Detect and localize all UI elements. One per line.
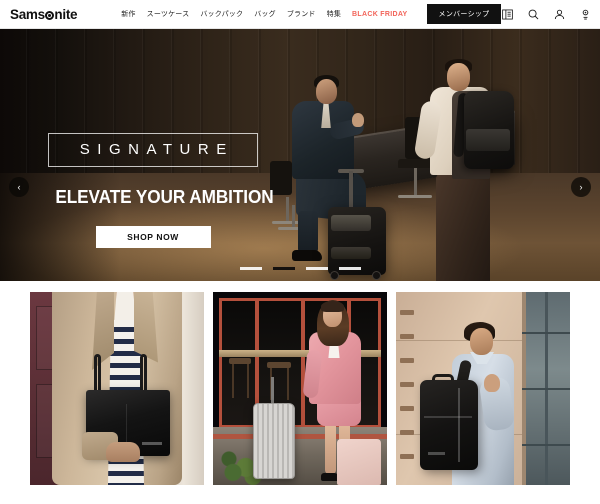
carousel-dot-2[interactable] (272, 267, 295, 270)
nav-black-friday[interactable]: BLACK FRIDAY (352, 11, 407, 18)
card3-wall-seam-1 (396, 340, 524, 341)
seated-man-shoe (292, 250, 322, 261)
suitcase-wheel-left (330, 271, 339, 280)
nav-suitcases[interactable]: スーツケース (147, 9, 190, 19)
card3-wall-notch-1 (400, 310, 414, 315)
card3-wall-notch-6 (400, 430, 414, 435)
card2-stool-leg-4 (287, 368, 289, 400)
suitcase-wheel-right (372, 271, 381, 280)
hero-carousel: SIGNATURE ELEVATE YOUR AMBITION SHOP NOW… (0, 29, 600, 281)
hero-headline: ELEVATE YOUR AMBITION (55, 186, 274, 207)
user-account-icon[interactable] (553, 8, 566, 21)
nav-backpacks[interactable]: バックパック (200, 9, 243, 19)
card3-wall-notch-3 (400, 358, 414, 363)
samsonite-o-mark-icon (45, 10, 55, 20)
card3-wall-notch-5 (400, 406, 414, 411)
hero-eyebrow: SIGNATURE (79, 141, 234, 158)
card2-suitcase-handle (271, 377, 274, 405)
card3-backpack-logo (428, 452, 445, 455)
card3-wall-notch-7 (400, 454, 414, 459)
carousel-dot-3[interactable] (305, 267, 328, 270)
chair-stem-far (414, 168, 417, 196)
header-icon-group (501, 7, 600, 21)
chair-seat-far (398, 159, 434, 168)
carousel-prev-arrow-icon[interactable]: ‹ (9, 177, 29, 197)
card3-backpack-zip (458, 388, 460, 462)
catalog-icon[interactable] (501, 8, 514, 21)
hero-text-block: SIGNATURE ELEVATE YOUR AMBITION SHOP NOW (48, 133, 274, 248)
seated-man-shin (298, 211, 318, 253)
card2-stool-leg-1 (232, 364, 234, 398)
card3-glass-frame-1 (522, 332, 570, 334)
membership-button[interactable]: メンバーシップ (426, 4, 502, 24)
search-icon[interactable] (527, 8, 540, 21)
shop-now-button[interactable]: SHOP NOW (95, 226, 211, 248)
suitcase-handle (349, 171, 353, 209)
card2-stool-leg-2 (247, 364, 249, 398)
hero-eyebrow-box: SIGNATURE (48, 133, 258, 167)
nav-bags[interactable]: バッグ (254, 9, 276, 19)
nav-brands[interactable]: ブランド (287, 9, 316, 19)
logo-text-right: nite (54, 6, 78, 22)
card2-leg-front (325, 422, 336, 474)
carousel-dot-4[interactable] (338, 267, 361, 270)
card1-briefcase-logo (142, 442, 162, 445)
seated-man-head (316, 79, 337, 104)
carousel-next-arrow-icon[interactable]: › (571, 177, 591, 197)
card3-black-backpack (420, 380, 478, 470)
card2-hair-fringe (321, 301, 344, 312)
nav-features[interactable]: 特集 (327, 9, 341, 19)
suitcase-band (331, 247, 371, 259)
product-card-backpack[interactable] (396, 292, 570, 485)
suitcase-front-pocket (331, 215, 371, 231)
card1-hand (106, 442, 140, 462)
main-navigation: 新作 スーツケース バックパック バッグ ブランド 特集 BLACK FRIDA… (121, 4, 502, 24)
chair-base-far (398, 195, 432, 198)
site-header: Sams nite 新作 スーツケース バックパック バッグ ブランド 特集 B… (0, 0, 600, 29)
card3-hand (484, 374, 500, 392)
chair-stem-left (292, 205, 295, 229)
logo-text-left: Sams (10, 6, 45, 22)
store-locator-icon[interactable] (579, 8, 592, 21)
card1-bag-handle-right (140, 354, 147, 392)
product-card-grid (0, 281, 600, 485)
carousel-dot-1[interactable] (239, 267, 262, 270)
card3-glass-frame-2 (522, 388, 570, 390)
samsonite-logo[interactable]: Sams nite (10, 6, 78, 22)
card3-wall-notch-4 (400, 382, 414, 387)
card1-bag-handle-left (94, 354, 101, 392)
card2-silver-suitcase (253, 403, 295, 479)
card3-head (470, 328, 493, 355)
nav-new-arrivals[interactable]: 新作 (121, 9, 135, 19)
card3-backpack-pocket-seam (424, 416, 472, 418)
standing-man-trousers (436, 173, 490, 281)
chair-stem-mid (286, 197, 289, 223)
product-card-briefcase[interactable] (30, 292, 204, 485)
backpack-front-panel (466, 129, 510, 151)
card2-pink-bag (337, 439, 381, 485)
card2-window-mullion-2 (301, 298, 305, 428)
card3-wall-notch-2 (400, 334, 414, 339)
carousel-pagination (0, 267, 600, 270)
card3-glass-frame-3 (522, 444, 570, 446)
seated-man-hand (352, 113, 364, 127)
standing-man-head (447, 63, 470, 91)
product-card-suitcase[interactable] (213, 292, 387, 485)
